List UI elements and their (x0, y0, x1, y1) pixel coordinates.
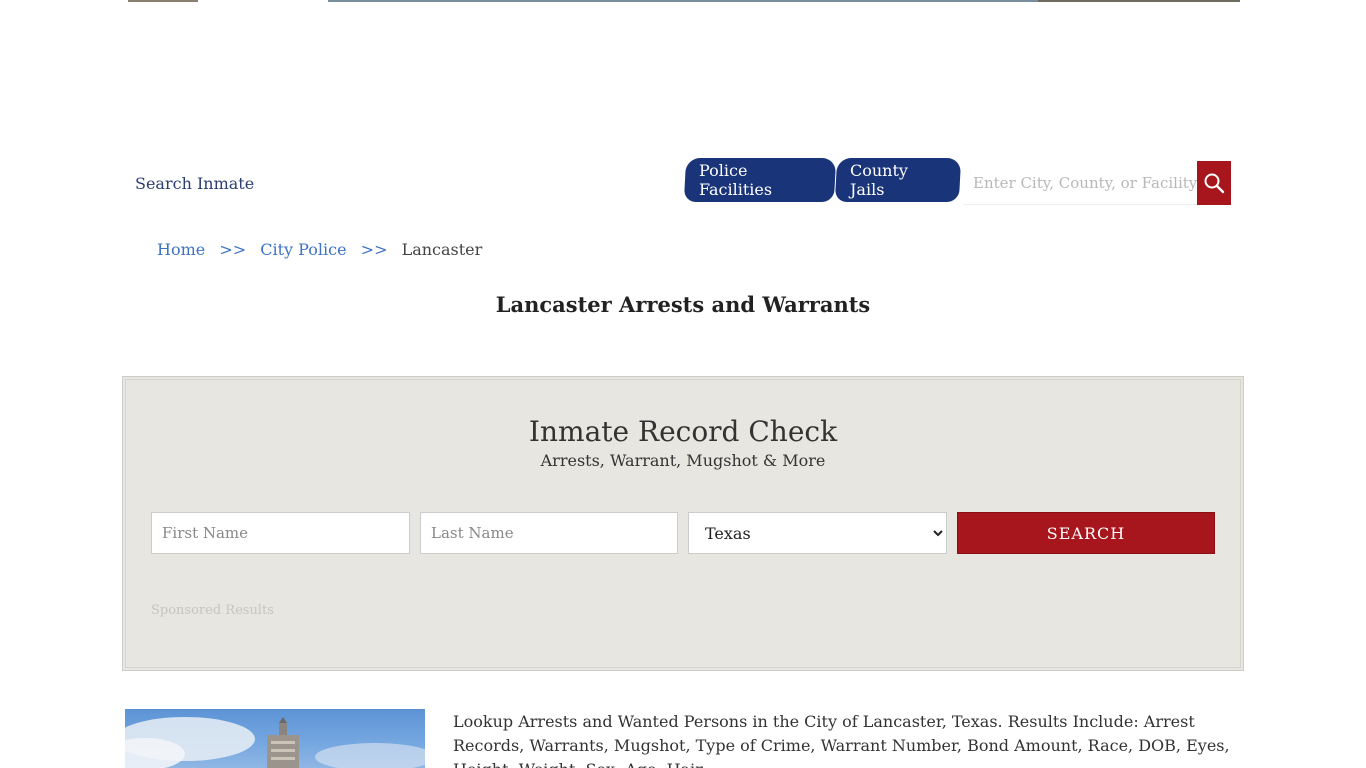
tab-county-jails[interactable]: County Jails (834, 158, 962, 202)
breadcrumb: Home >> City Police >> Lancaster (157, 240, 482, 259)
facility-search-button[interactable] (1197, 161, 1231, 205)
state-select[interactable]: Texas (688, 512, 947, 554)
first-name-input[interactable] (151, 512, 410, 554)
record-check-subtitle: Arrests, Warrant, Mugshot & More (540, 451, 826, 470)
breadcrumb-current: Lancaster (401, 240, 483, 259)
search-inmate-link[interactable]: Search Inmate (135, 174, 254, 193)
lancaster-city-image (125, 709, 425, 768)
nav-bar: Search Inmate Police Facilities County J… (123, 156, 1243, 208)
breadcrumb-city-police[interactable]: City Police (260, 240, 346, 259)
last-name-input[interactable] (420, 512, 678, 554)
page-title: Lancaster Arrests and Warrants (495, 292, 871, 317)
sponsored-results-label: Sponsored Results (151, 603, 274, 618)
facility-search-input[interactable] (963, 161, 1199, 205)
courthouse-photo-icon (125, 717, 425, 768)
page-description: Lookup Arrests and Wanted Persons in the… (453, 712, 1230, 768)
record-search-button[interactable]: SEARCH (957, 512, 1215, 554)
breadcrumb-home[interactable]: Home (157, 240, 205, 259)
record-check-title: Inmate Record Check (528, 415, 838, 448)
tab-label: County Jails (850, 161, 908, 199)
header-image-strip (128, 0, 1240, 2)
breadcrumb-separator: >> (219, 240, 247, 259)
inmate-record-check-box: Inmate Record Check Arrests, Warrant, Mu… (122, 376, 1244, 671)
tab-police-facilities[interactable]: Police Facilities (683, 158, 837, 202)
breadcrumb-separator: >> (360, 240, 388, 259)
tab-label: Police Facilities (699, 161, 773, 199)
search-icon (1204, 173, 1225, 194)
